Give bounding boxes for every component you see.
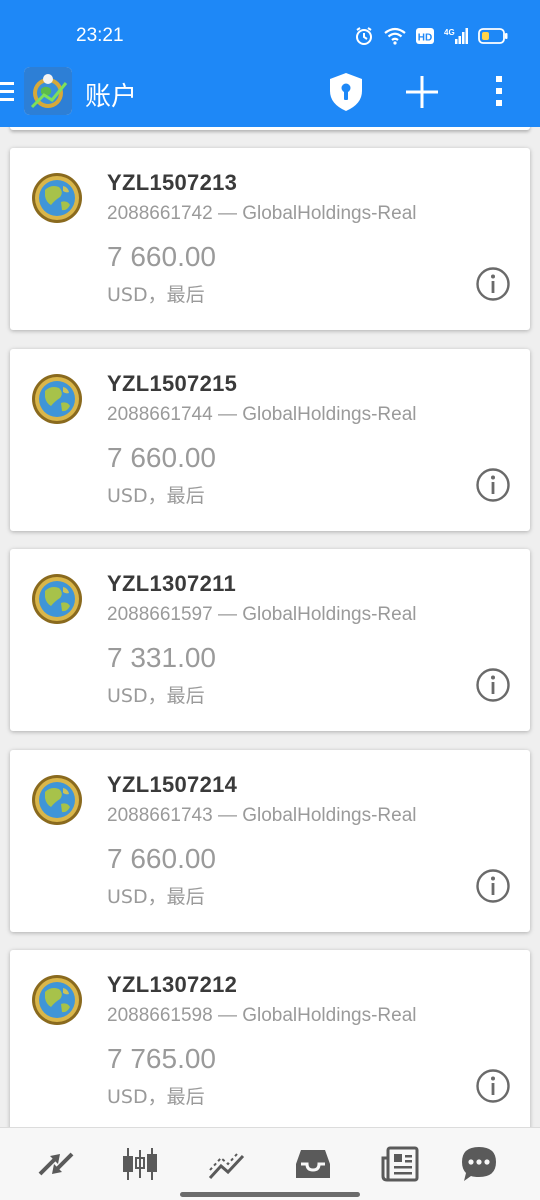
account-currency: USD，最后 — [107, 284, 205, 306]
account-name: YZL1507215 — [107, 371, 238, 396]
account-card[interactable]: YZL1507215 2088661744 — GlobalHoldings-R… — [10, 349, 530, 531]
svg-text:HD: HD — [418, 33, 432, 44]
hd-icon: HD — [416, 28, 434, 44]
shield-lock-icon[interactable] — [326, 70, 366, 114]
account-card[interactable]: YZL1307211 2088661597 — GlobalHoldings-R… — [10, 549, 530, 731]
trade-chart-icon[interactable] — [207, 1144, 247, 1184]
status-time: 23:21 — [76, 25, 124, 46]
account-balance: 7 331.00 — [107, 642, 216, 673]
account-name: YZL1507213 — [107, 170, 238, 195]
globe-icon — [32, 975, 82, 1025]
inbox-history-icon[interactable] — [293, 1144, 333, 1184]
account-card[interactable]: YZL1507213 2088661742 — GlobalHoldings-R… — [10, 148, 530, 330]
wifi-icon — [384, 27, 406, 45]
account-currency: USD，最后 — [107, 886, 205, 908]
chat-icon[interactable] — [459, 1144, 499, 1184]
account-name: YZL1307211 — [107, 571, 236, 596]
account-list: YZL1507213 2088661742 — GlobalHoldings-R… — [0, 127, 540, 1127]
account-balance: 7 660.00 — [107, 843, 216, 874]
signal-4g-icon: 4G — [444, 28, 468, 44]
info-icon[interactable] — [475, 667, 511, 703]
info-icon[interactable] — [475, 266, 511, 302]
account-currency: USD，最后 — [107, 485, 205, 507]
menu-icon[interactable] — [0, 80, 16, 104]
app-header: 23:21 HD 4G 账户 — [0, 0, 540, 127]
info-icon[interactable] — [475, 467, 511, 503]
info-icon[interactable] — [475, 868, 511, 904]
plus-icon[interactable] — [402, 72, 442, 112]
account-server: 2088661742 — GlobalHoldings-Real — [107, 203, 417, 224]
account-balance: 7 660.00 — [107, 241, 216, 272]
info-icon[interactable] — [475, 1068, 511, 1104]
quotes-arrows-icon[interactable] — [36, 1144, 76, 1184]
account-name: YZL1307212 — [107, 972, 238, 997]
candlestick-chart-icon[interactable] — [120, 1144, 160, 1184]
svg-text:4G: 4G — [444, 28, 455, 37]
account-server: 2088661597 — GlobalHoldings-Real — [107, 604, 417, 625]
bottom-navigation — [0, 1127, 540, 1200]
account-card[interactable]: YZL1507214 2088661743 — GlobalHoldings-R… — [10, 750, 530, 932]
globe-icon — [32, 374, 82, 424]
status-bar: 23:21 HD 4G — [0, 0, 540, 62]
account-server: 2088661744 — GlobalHoldings-Real — [107, 404, 417, 425]
globe-icon — [32, 173, 82, 223]
globe-icon — [32, 574, 82, 624]
home-indicator[interactable] — [180, 1192, 360, 1197]
account-server: 2088661743 — GlobalHoldings-Real — [107, 805, 417, 826]
more-vertical-icon[interactable] — [490, 74, 510, 110]
account-server: 2088661598 — GlobalHoldings-Real — [107, 1005, 417, 1026]
app-logo — [24, 67, 72, 115]
battery-icon — [478, 28, 508, 44]
page-title: 账户 — [85, 82, 138, 112]
app-bar: 账户 — [0, 62, 540, 127]
account-currency: USD，最后 — [107, 685, 205, 707]
account-currency: USD，最后 — [107, 1086, 205, 1108]
globe-icon — [32, 775, 82, 825]
account-card-partial[interactable] — [10, 127, 530, 130]
account-card[interactable]: YZL1307212 2088661598 — GlobalHoldings-R… — [10, 950, 530, 1127]
account-name: YZL1507214 — [107, 772, 238, 797]
account-balance: 7 660.00 — [107, 442, 216, 473]
account-balance: 7 765.00 — [107, 1043, 216, 1074]
alarm-icon — [356, 27, 372, 45]
news-icon[interactable] — [380, 1144, 420, 1184]
status-icons: HD 4G — [354, 24, 508, 48]
